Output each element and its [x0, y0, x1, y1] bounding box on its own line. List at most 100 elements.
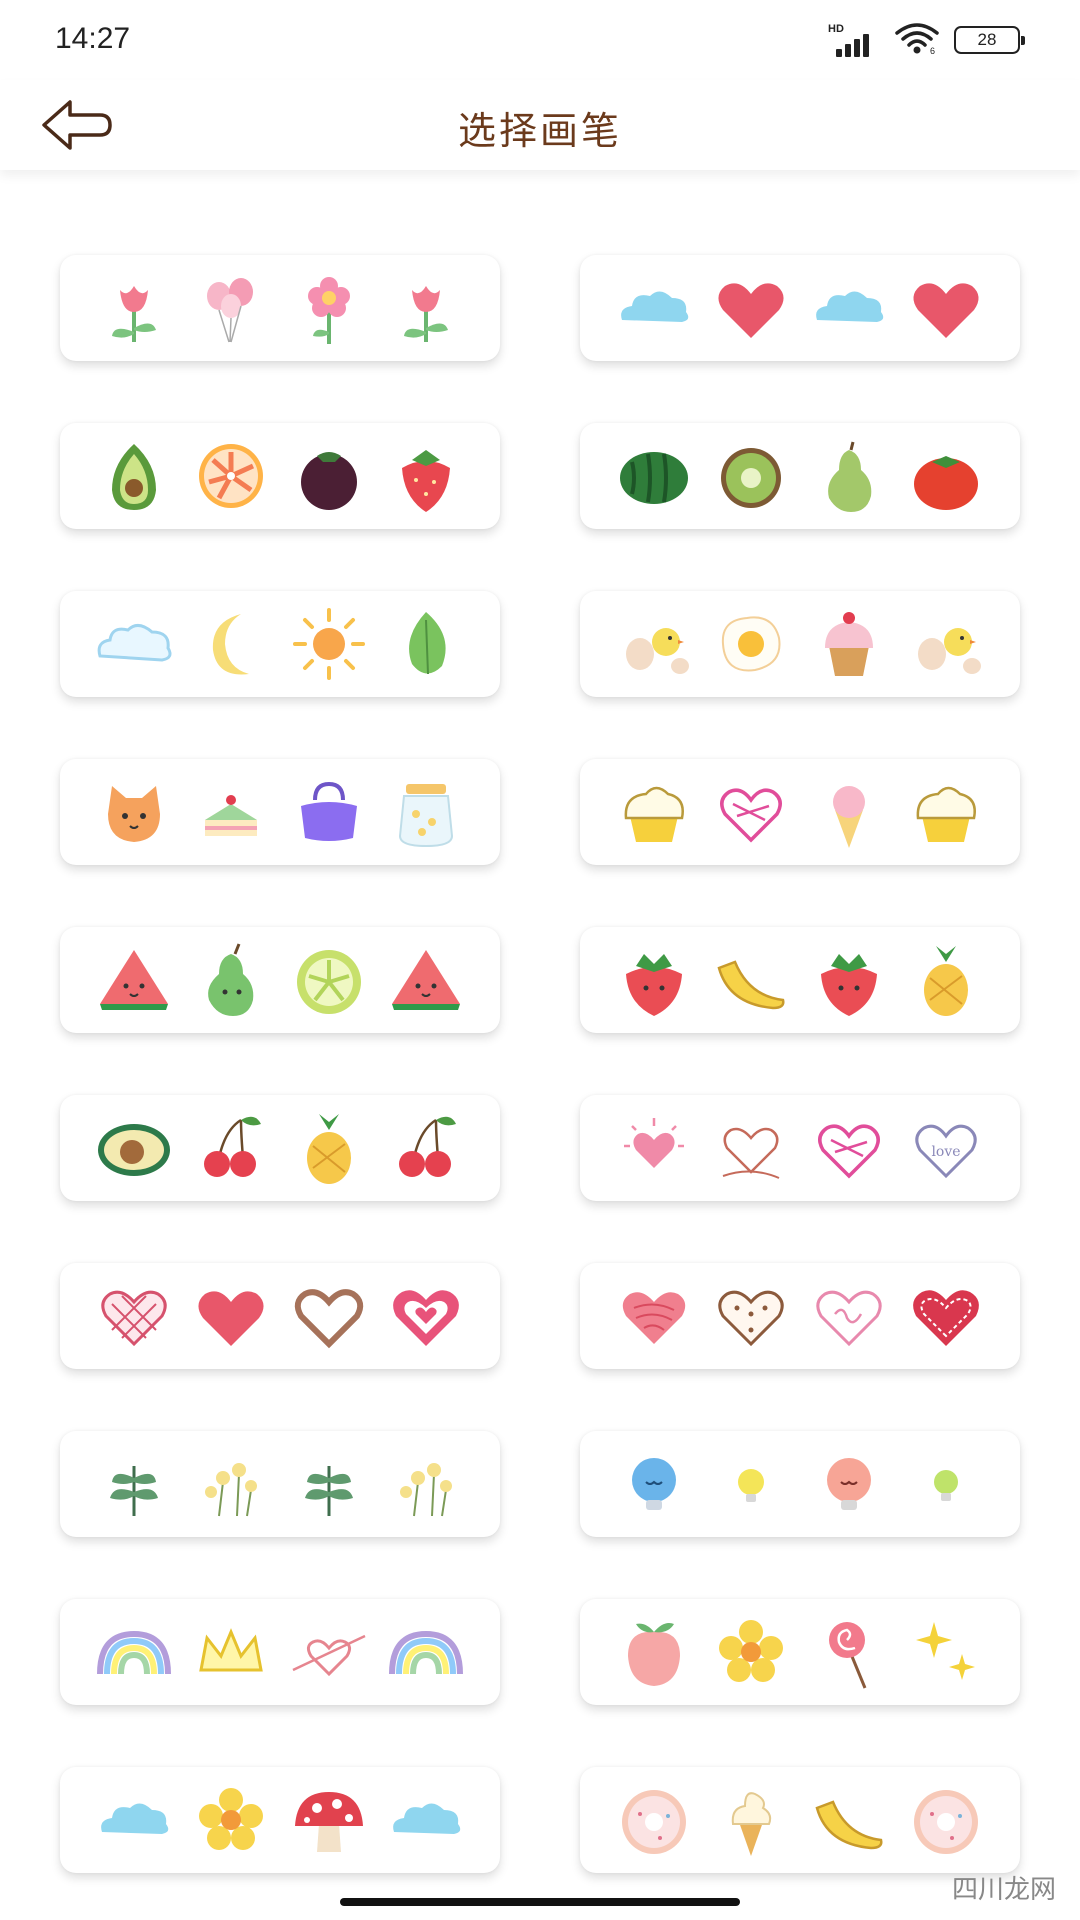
smiling-strawberry-icon [807, 938, 891, 1022]
donut-icon [612, 1778, 696, 1862]
yellow-crown-icon [189, 1610, 273, 1694]
rainbow-icon [384, 1610, 468, 1694]
chick-egg-icon [904, 602, 988, 686]
cream-cupcake-icon [904, 770, 988, 854]
yellow-flower-icon [709, 1610, 793, 1694]
cupcake-icon [807, 602, 891, 686]
donut-icon [904, 1778, 988, 1862]
sun-icon [287, 602, 371, 686]
brush-option[interactable] [60, 1431, 500, 1537]
brush-option[interactable] [60, 927, 500, 1033]
brown-outline-heart-icon [287, 1274, 371, 1358]
red-heart-icon [709, 266, 793, 350]
sketchy-heart-icon [612, 1274, 696, 1358]
cream-cupcake-icon [612, 770, 696, 854]
scribble-heart-icon [807, 1106, 891, 1190]
pink-balloons-icon [189, 266, 273, 350]
cherries-icon [384, 1106, 468, 1190]
ice-cream-cone-icon [807, 770, 891, 854]
pineapple-icon [904, 938, 988, 1022]
green-leaves-icon [287, 1442, 371, 1526]
brush-grid: love [60, 255, 1020, 1873]
smiling-pear-icon [189, 938, 273, 1022]
home-indicator[interactable] [340, 1898, 740, 1906]
outline-heart-icon [709, 1106, 793, 1190]
pink-doodle-heart-icon [807, 1274, 891, 1358]
red-mushroom-icon [287, 1778, 371, 1862]
header: 选择画笔 [0, 80, 1080, 170]
brush-option[interactable] [580, 927, 1020, 1033]
pink-tulip-icon [384, 266, 468, 350]
blue-cloud-icon [384, 1778, 468, 1862]
brush-option[interactable] [60, 423, 500, 529]
pink-flower-icon [287, 266, 371, 350]
brush-option[interactable] [60, 1095, 500, 1201]
svg-text:6: 6 [930, 46, 935, 55]
blue-cloud-icon [92, 1778, 176, 1862]
status-bar: 14:27 HD 6 28 [0, 0, 1080, 80]
brush-option[interactable] [60, 1767, 500, 1873]
dotted-heart-icon [709, 1274, 793, 1358]
yellow-bulb-icon [709, 1442, 793, 1526]
banana-icon [807, 1778, 891, 1862]
avocado-icon [92, 434, 176, 518]
chick-egg-icon [612, 602, 696, 686]
brush-option[interactable] [60, 759, 500, 865]
strawberry-icon [384, 434, 468, 518]
smiling-strawberry-icon [612, 938, 696, 1022]
love-heart-icon: love [904, 1106, 988, 1190]
blue-bulb-icon [612, 1442, 696, 1526]
brush-option[interactable] [60, 255, 500, 361]
purple-handbag-icon [287, 770, 371, 854]
candy-jar-icon [384, 770, 468, 854]
soft-serve-icon [709, 1778, 793, 1862]
brush-option[interactable] [580, 1599, 1020, 1705]
battery-indicator: 28 [954, 26, 1025, 54]
green-bulb-icon [904, 1442, 988, 1526]
kiwi-icon [709, 434, 793, 518]
brush-option[interactable] [60, 591, 500, 697]
watermark: 四川龙网 [951, 1875, 1056, 1905]
scribble-heart-icon [709, 770, 793, 854]
pineapple-icon [287, 1106, 371, 1190]
brush-option[interactable] [580, 1431, 1020, 1537]
cellular-signal-icon: HD [828, 23, 880, 57]
watermelon-slice-icon [384, 938, 468, 1022]
blue-cloud-icon [612, 266, 696, 350]
green-pear-icon [807, 434, 891, 518]
status-icons: HD 6 28 [828, 22, 1025, 58]
lattice-heart-icon [92, 1274, 176, 1358]
sparkles-icon [904, 1610, 988, 1694]
banana-icon [709, 938, 793, 1022]
crescent-moon-icon [189, 602, 273, 686]
svg-text:love: love [932, 1144, 961, 1160]
tomato-icon [904, 434, 988, 518]
mangosteen-icon [287, 434, 371, 518]
red-heart-icon [904, 266, 988, 350]
brush-option[interactable] [580, 1263, 1020, 1369]
cake-slice-icon [189, 770, 273, 854]
pink-tulip-icon [92, 266, 176, 350]
cherries-icon [189, 1106, 273, 1190]
brush-option[interactable]: love [580, 1095, 1020, 1201]
rainbow-icon [92, 1610, 176, 1694]
red-heart-icon [189, 1274, 273, 1358]
red-stitched-heart-icon [904, 1274, 988, 1358]
green-leaves-icon [92, 1442, 176, 1526]
peach-icon [612, 1610, 696, 1694]
brush-option[interactable] [580, 423, 1020, 529]
brush-option[interactable] [580, 591, 1020, 697]
heart-arrow-icon [287, 1610, 371, 1694]
lollipop-icon [807, 1610, 891, 1694]
brush-option[interactable] [580, 1767, 1020, 1873]
grapefruit-slice-icon [189, 434, 273, 518]
brush-option[interactable] [60, 1263, 500, 1369]
brush-option[interactable] [60, 1599, 500, 1705]
brush-option[interactable] [580, 759, 1020, 865]
pink-bulb-icon [807, 1442, 891, 1526]
yellow-flowers-icon [384, 1442, 468, 1526]
brush-option[interactable] [580, 255, 1020, 361]
cloud-icon [92, 602, 176, 686]
glowing-heart-icon [612, 1106, 696, 1190]
lime-slice-icon [287, 938, 371, 1022]
